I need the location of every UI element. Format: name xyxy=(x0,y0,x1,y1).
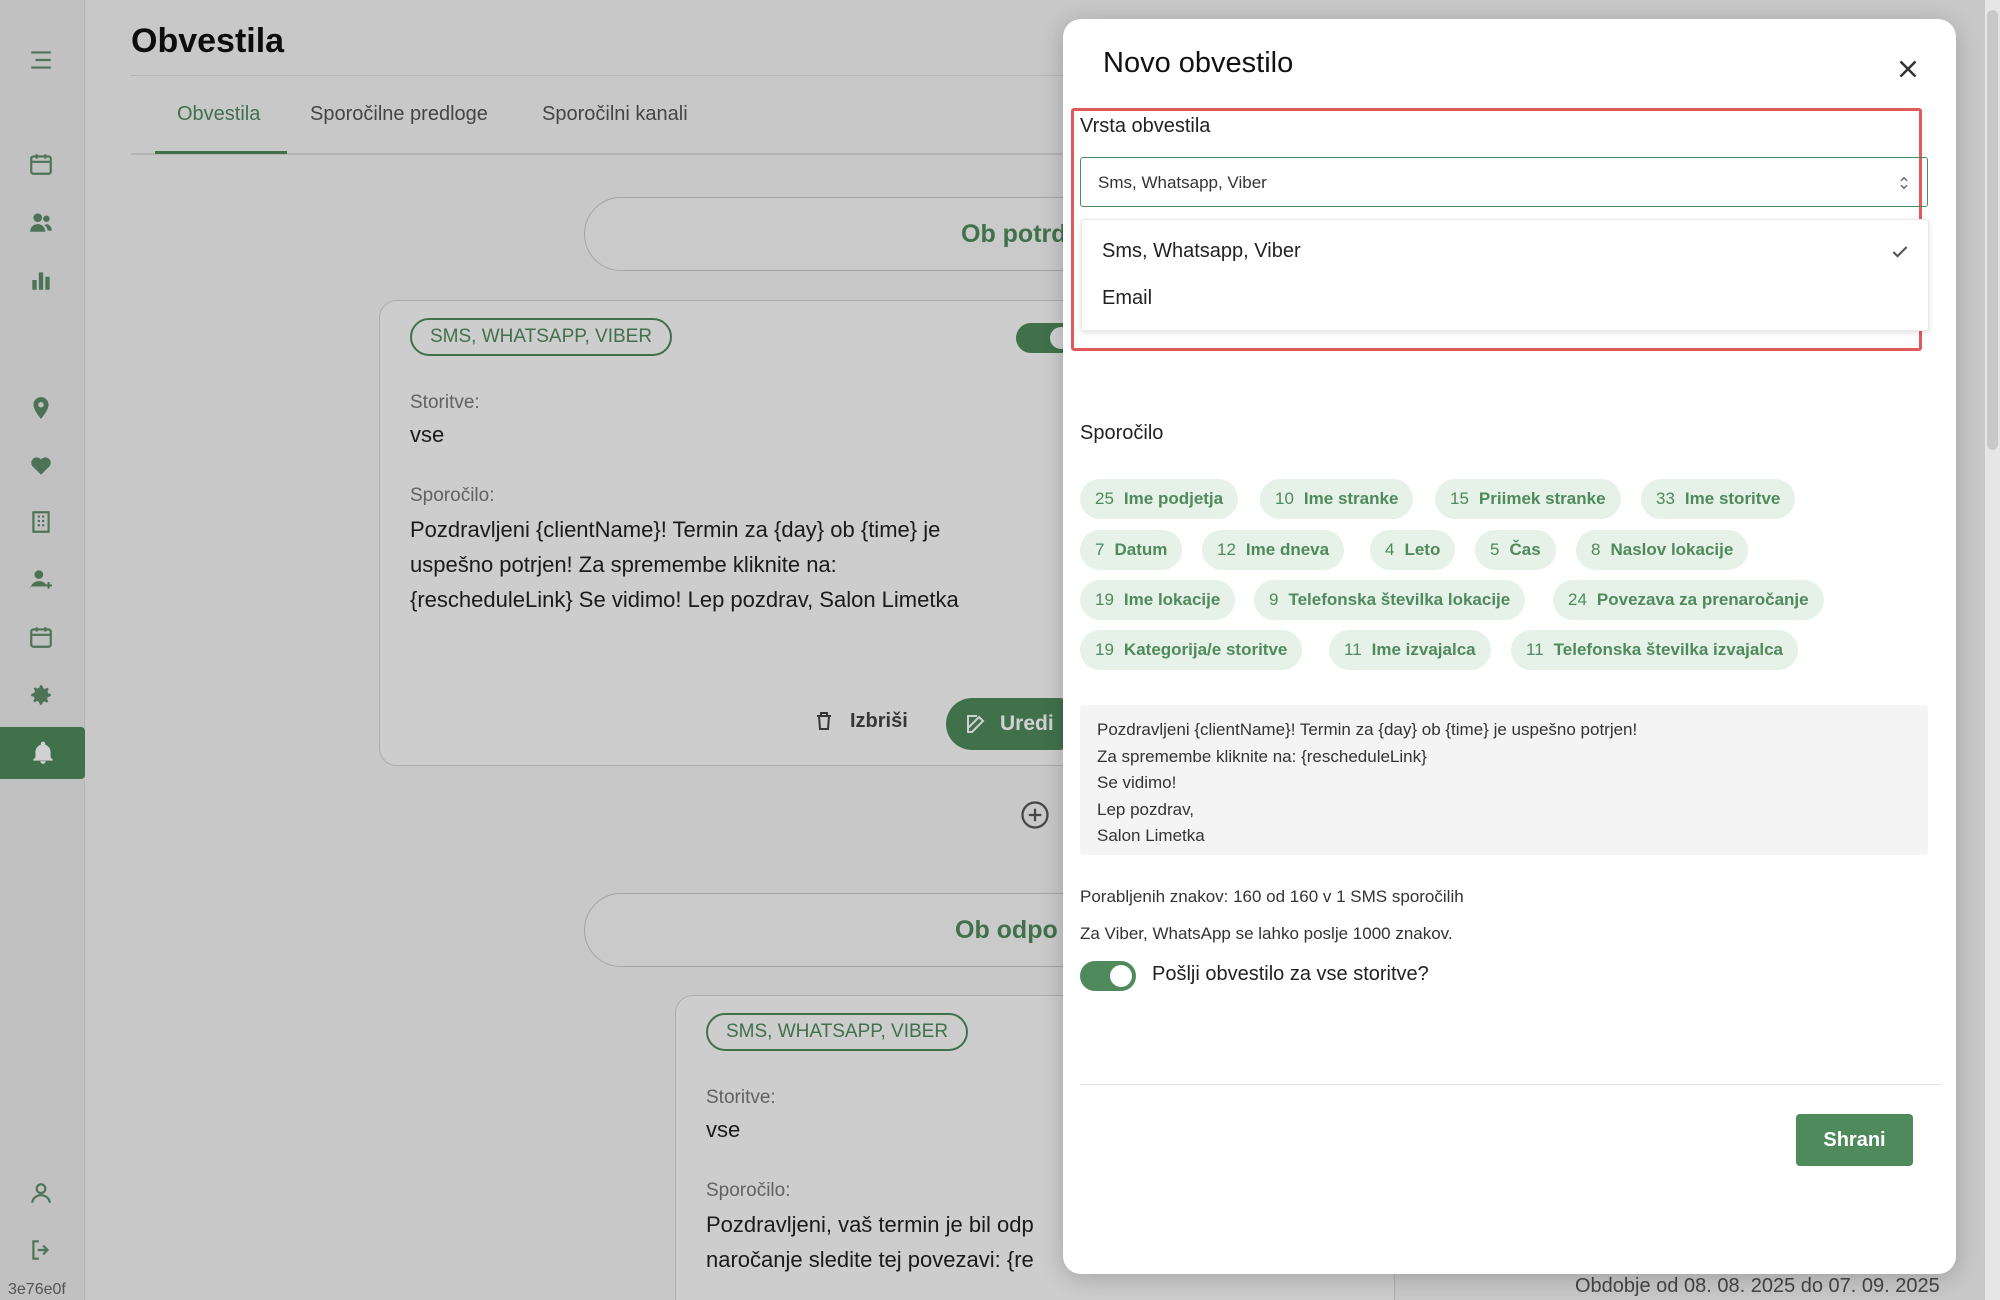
placeholder-chip[interactable]: 12 Ime dneva xyxy=(1202,530,1345,570)
scrollbar-thumb[interactable] xyxy=(1987,10,1998,450)
placeholder-chip[interactable]: 7 Datum xyxy=(1080,530,1183,570)
placeholder-chip[interactable]: 11 Ime izvajalca xyxy=(1329,630,1491,670)
placeholder-chip[interactable]: 25 Ime podjetja xyxy=(1080,479,1239,519)
type-option[interactable]: Sms, Whatsapp, Viber xyxy=(1102,240,1301,263)
placeholder-chip[interactable]: 9 Telefonska številka lokacije xyxy=(1254,580,1526,620)
new-notification-modal: Novo obvestilo Vrsta obvestila Sms, What… xyxy=(1063,19,1956,1274)
placeholder-chip[interactable]: 10 Ime stranke xyxy=(1260,479,1414,519)
message-line: Lep pozdrav, xyxy=(1097,799,1195,819)
char-count: Porabljenih znakov: 160 od 160 v 1 SMS s… xyxy=(1080,887,1464,906)
message-line: Se vidimo! xyxy=(1097,773,1177,792)
placeholder-chip[interactable]: 24 Povezava za prenaročanje xyxy=(1553,580,1824,620)
placeholder-chip[interactable]: 33 Ime storitve xyxy=(1641,479,1796,519)
type-option[interactable]: Email xyxy=(1102,287,1152,310)
placeholder-chip[interactable]: 5 Čas xyxy=(1475,530,1556,570)
divider xyxy=(1080,1084,1942,1085)
chevron-up-down-icon xyxy=(1900,176,1908,190)
close-icon[interactable] xyxy=(1893,54,1923,84)
viber-note: Za Viber, WhatsApp se lahko poslje 1000 … xyxy=(1080,924,1453,943)
placeholder-chip[interactable]: 11 Telefonska številka izvajalca xyxy=(1511,630,1798,670)
modal-title: Novo obvestilo xyxy=(1103,47,1294,79)
all-services-toggle[interactable] xyxy=(1080,961,1136,991)
message-section-label: Sporočilo xyxy=(1080,422,1164,444)
placeholder-chip[interactable]: 8 Naslov lokacije xyxy=(1576,530,1749,570)
type-select-value: Sms, Whatsapp, Viber xyxy=(1098,173,1267,192)
message-textarea[interactable]: Pozdravljeni {clientName}! Termin za {da… xyxy=(1080,705,1928,855)
message-line: Za spremembe kliknite na: {rescheduleLin… xyxy=(1097,746,1427,766)
placeholder-chip[interactable]: 19 Ime lokacije xyxy=(1080,580,1236,620)
type-select[interactable]: Sms, Whatsapp, Viber xyxy=(1080,157,1928,207)
all-services-label: Pošlji obvestilo za vse storitve? xyxy=(1152,963,1429,985)
type-dropdown: Sms, Whatsapp, Viber Email xyxy=(1081,219,1929,331)
type-label: Vrsta obvestila xyxy=(1080,115,1211,137)
save-button[interactable]: Shrani xyxy=(1796,1114,1913,1166)
placeholder-chip[interactable]: 15 Priimek stranke xyxy=(1435,479,1621,519)
page-scrollbar[interactable] xyxy=(1985,0,2000,1300)
placeholder-chip[interactable]: 19 Kategorija/e storitve xyxy=(1080,630,1303,670)
checkmark-icon xyxy=(1892,246,1908,258)
message-line: Salon Limetka xyxy=(1097,826,1205,845)
message-line: Pozdravljeni {clientName}! Termin za {da… xyxy=(1097,720,1638,739)
placeholder-chip[interactable]: 4 Leto xyxy=(1370,530,1456,570)
